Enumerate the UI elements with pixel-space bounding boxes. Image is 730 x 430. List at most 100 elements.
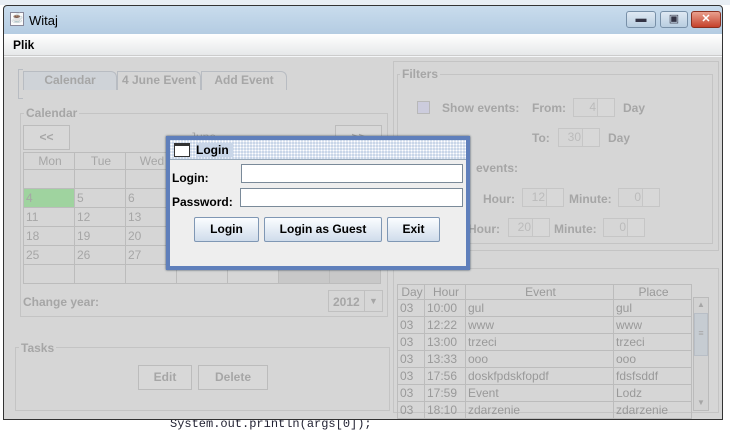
password-label: Password: [172, 195, 233, 209]
year-combobox[interactable]: 2012 ▼ [328, 290, 383, 312]
scroll-down-icon[interactable]: ▼ [694, 396, 708, 410]
table-cell: 13:33 [424, 350, 466, 368]
minute-label-from: Minute: [569, 192, 612, 206]
scroll-thumb[interactable]: ≡ [694, 313, 708, 356]
login-label: Login: [172, 171, 209, 185]
close-button[interactable]: ✕ [691, 11, 721, 28]
hour-label-from: Hour: [483, 192, 515, 206]
minute-from-spinner[interactable]: 0 [618, 188, 660, 207]
table-cell: 03 [397, 367, 425, 385]
edit-button[interactable]: Edit [138, 365, 192, 390]
table-cell: 17:59 [424, 384, 466, 402]
table-cell: doskfpdskfopdf [465, 367, 614, 385]
hour-label-to: Hour: [468, 222, 500, 236]
calendar-day-cell[interactable]: 4 [23, 188, 75, 208]
tab-june-event[interactable]: 4 June Event [117, 71, 201, 90]
column-header-place[interactable]: Place [613, 284, 692, 300]
calendar-day-cell[interactable]: 19 [74, 226, 126, 246]
table-cell: zdarzenie [465, 401, 614, 419]
calendar-day-cell[interactable]: 11 [23, 207, 75, 227]
login-as-guest-button[interactable]: Login as Guest [264, 217, 382, 242]
calendar-day-cell[interactable]: 5 [74, 188, 126, 208]
calendar-day-cell[interactable]: 26 [74, 245, 126, 265]
calendar-day-cell[interactable] [23, 169, 75, 189]
column-header-event[interactable]: Event [465, 284, 614, 300]
column-header-hour[interactable]: Hour [424, 284, 466, 300]
table-cell: 03 [397, 333, 425, 351]
exit-button[interactable]: Exit [387, 217, 440, 242]
table-cell: 03 [397, 316, 425, 334]
scroll-up-icon[interactable]: ▲ [694, 298, 708, 312]
calendar-day-cell[interactable]: 25 [23, 245, 75, 265]
table-cell: www [465, 316, 614, 334]
to-label: To: [532, 131, 550, 145]
table-cell: 13:00 [424, 333, 466, 351]
table-cell: gul [613, 299, 692, 317]
tab-calendar[interactable]: Calendar [23, 71, 117, 90]
to-day-spinner[interactable]: 30 [558, 128, 600, 147]
calendar-day-cell[interactable]: 12 [74, 207, 126, 227]
from-label: From: [532, 101, 566, 115]
minute-to-spinner[interactable]: 0 [603, 218, 645, 237]
hour-from-spinner[interactable]: 12 [522, 188, 564, 207]
calendar-group-label: Calendar [24, 106, 80, 120]
table-row[interactable]: 03 12:22 www www [397, 316, 692, 334]
table-cell: 03 [397, 350, 425, 368]
table-cell: 03 [397, 299, 425, 317]
delete-button[interactable]: Delete [198, 365, 268, 390]
calendar-day-cell[interactable] [23, 264, 75, 284]
calendar-day-cell[interactable] [74, 169, 126, 189]
column-header-day[interactable]: Day [397, 284, 425, 300]
table-row[interactable]: 03 17:59 Event Lodz [397, 384, 692, 402]
table-row[interactable]: 03 17:56 doskfpdskfopdf fdsfsddf [397, 367, 692, 385]
login-dialog: Login Login: Password: Login Login as Gu… [166, 136, 470, 270]
table-cell: 03 [397, 401, 425, 419]
table-row[interactable]: 03 10:00 gul gul [397, 299, 692, 317]
maximize-button[interactable]: ▣ [660, 11, 688, 28]
table-cell: Lodz [613, 384, 692, 402]
table-cell: 10:00 [424, 299, 466, 317]
events-scrollbar[interactable]: ▲ ≡ ▼ [693, 297, 709, 411]
dialog-title-bar[interactable]: Login [170, 140, 466, 160]
table-cell: ooo [613, 350, 692, 368]
tab-add-event[interactable]: Add Event [201, 71, 287, 90]
calendar-day-cell[interactable]: 18 [23, 226, 75, 246]
menu-plik[interactable]: Plik [13, 38, 34, 52]
table-cell: 03 [397, 384, 425, 402]
table-cell: 17:56 [424, 367, 466, 385]
table-cell: zdarzenie [613, 401, 692, 419]
from-day-unit: Day [623, 101, 646, 115]
password-input[interactable] [240, 188, 463, 207]
from-day-spinner[interactable]: 4 [573, 98, 615, 117]
chevron-down-icon: ▼ [364, 291, 382, 311]
prev-month-button[interactable]: << [23, 125, 70, 150]
table-row[interactable]: 03 13:00 trzeci trzeci [397, 333, 692, 351]
minimize-button[interactable]: ▬ [626, 11, 656, 28]
java-icon: ☕ [10, 12, 24, 26]
calendar-day-cell[interactable] [74, 264, 126, 284]
table-cell: gul [465, 299, 614, 317]
title-bar[interactable]: ☕ Witaj ▬ ▣ ✕ [4, 6, 722, 34]
year-value: 2012 [333, 295, 360, 309]
table-cell: www [613, 316, 692, 334]
table-row[interactable]: 03 13:33 ooo ooo [397, 350, 692, 368]
filters-group-label: Filters [400, 67, 441, 81]
hour-to-spinner[interactable]: 20 [508, 218, 550, 237]
events-table: Day Hour Event Place 03 10:00 gul gul 03 12:22 ww… [397, 284, 692, 419]
window-icon [174, 143, 190, 157]
window-title: Witaj [29, 13, 58, 28]
table-cell: ooo [465, 350, 614, 368]
show-events-checkbox[interactable] [417, 101, 430, 114]
table-cell: trzeci [613, 333, 692, 351]
login-button[interactable]: Login [194, 217, 259, 242]
table-cell: fdsfsddf [613, 367, 692, 385]
table-cell: Event [465, 384, 614, 402]
weekday-header: Tue [74, 152, 126, 170]
login-input[interactable] [241, 164, 463, 183]
table-row[interactable]: 03 18:10 zdarzenie zdarzenie [397, 401, 692, 419]
table-cell: 12:22 [424, 316, 466, 334]
tasks-group-label: Tasks [19, 341, 57, 355]
to-day-unit: Day [608, 131, 631, 145]
weekday-header: Mon [23, 152, 75, 170]
events-filter-label: events: [476, 161, 519, 175]
